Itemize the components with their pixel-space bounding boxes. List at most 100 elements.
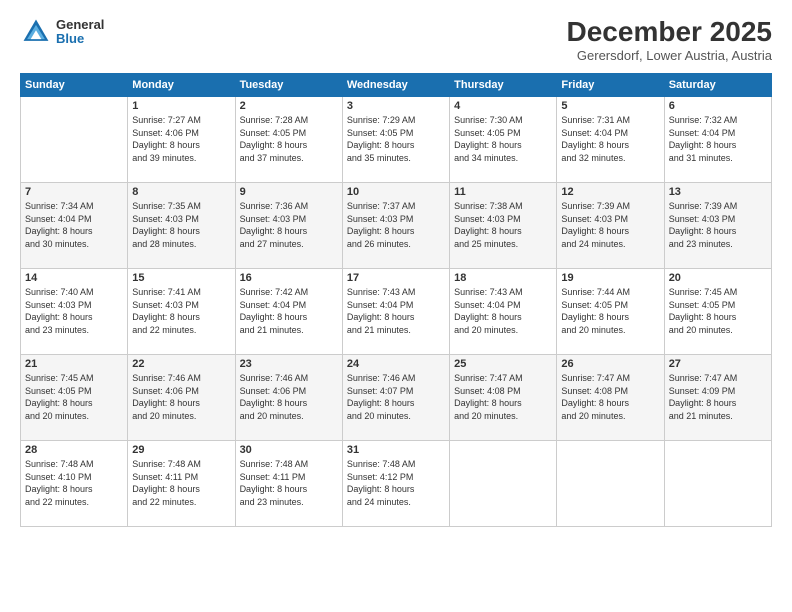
- day-info: Sunrise: 7:30 AMSunset: 4:05 PMDaylight:…: [454, 114, 552, 164]
- day-info: Sunrise: 7:43 AMSunset: 4:04 PMDaylight:…: [454, 286, 552, 336]
- day-info: Sunrise: 7:42 AMSunset: 4:04 PMDaylight:…: [240, 286, 338, 336]
- day-info: Sunrise: 7:38 AMSunset: 4:03 PMDaylight:…: [454, 200, 552, 250]
- day-info: Sunrise: 7:31 AMSunset: 4:04 PMDaylight:…: [561, 114, 659, 164]
- day-number: 24: [347, 358, 445, 370]
- day-number: 4: [454, 100, 552, 112]
- calendar-cell: 27 Sunrise: 7:47 AMSunset: 4:09 PMDayligh…: [664, 355, 771, 441]
- day-info: Sunrise: 7:40 AMSunset: 4:03 PMDaylight:…: [25, 286, 123, 336]
- day-info: Sunrise: 7:48 AMSunset: 4:12 PMDaylight:…: [347, 458, 445, 508]
- header-day-tuesday: Tuesday: [235, 74, 342, 97]
- calendar-cell: [557, 441, 664, 527]
- logo-icon: [20, 16, 52, 48]
- calendar-cell: 20 Sunrise: 7:45 AMSunset: 4:05 PMDayligh…: [664, 269, 771, 355]
- week-row-1: 1 Sunrise: 7:27 AMSunset: 4:06 PMDaylight…: [21, 97, 772, 183]
- calendar-cell: 7 Sunrise: 7:34 AMSunset: 4:04 PMDaylight…: [21, 183, 128, 269]
- day-info: Sunrise: 7:29 AMSunset: 4:05 PMDaylight:…: [347, 114, 445, 164]
- calendar-table: SundayMondayTuesdayWednesdayThursdayFrid…: [20, 73, 772, 527]
- calendar-cell: 12 Sunrise: 7:39 AMSunset: 4:03 PMDayligh…: [557, 183, 664, 269]
- calendar-cell: 21 Sunrise: 7:45 AMSunset: 4:05 PMDayligh…: [21, 355, 128, 441]
- day-info: Sunrise: 7:39 AMSunset: 4:03 PMDaylight:…: [561, 200, 659, 250]
- day-number: 3: [347, 100, 445, 112]
- calendar-cell: 1 Sunrise: 7:27 AMSunset: 4:06 PMDaylight…: [128, 97, 235, 183]
- day-number: 25: [454, 358, 552, 370]
- calendar-cell: 16 Sunrise: 7:42 AMSunset: 4:04 PMDayligh…: [235, 269, 342, 355]
- day-info: Sunrise: 7:39 AMSunset: 4:03 PMDaylight:…: [669, 200, 767, 250]
- location: Gerersdorf, Lower Austria, Austria: [567, 48, 772, 63]
- week-row-2: 7 Sunrise: 7:34 AMSunset: 4:04 PMDaylight…: [21, 183, 772, 269]
- calendar-cell: 24 Sunrise: 7:46 AMSunset: 4:07 PMDayligh…: [342, 355, 449, 441]
- header-day-thursday: Thursday: [450, 74, 557, 97]
- day-info: Sunrise: 7:46 AMSunset: 4:06 PMDaylight:…: [132, 372, 230, 422]
- calendar-cell: 5 Sunrise: 7:31 AMSunset: 4:04 PMDaylight…: [557, 97, 664, 183]
- day-number: 23: [240, 358, 338, 370]
- calendar-cell: 25 Sunrise: 7:47 AMSunset: 4:08 PMDayligh…: [450, 355, 557, 441]
- day-number: 5: [561, 100, 659, 112]
- logo-text: General Blue: [56, 18, 104, 47]
- calendar-cell: 11 Sunrise: 7:38 AMSunset: 4:03 PMDayligh…: [450, 183, 557, 269]
- day-info: Sunrise: 7:46 AMSunset: 4:07 PMDaylight:…: [347, 372, 445, 422]
- day-info: Sunrise: 7:41 AMSunset: 4:03 PMDaylight:…: [132, 286, 230, 336]
- day-number: 22: [132, 358, 230, 370]
- day-number: 15: [132, 272, 230, 284]
- day-number: 14: [25, 272, 123, 284]
- day-number: 9: [240, 186, 338, 198]
- day-number: 31: [347, 444, 445, 456]
- day-info: Sunrise: 7:45 AMSunset: 4:05 PMDaylight:…: [25, 372, 123, 422]
- calendar-cell: 10Sunrise: 7:37 AMSunset: 4:03 PMDayligh…: [342, 183, 449, 269]
- day-info: Sunrise: 7:34 AMSunset: 4:04 PMDaylight:…: [25, 200, 123, 250]
- day-info: Sunrise: 7:43 AMSunset: 4:04 PMDaylight:…: [347, 286, 445, 336]
- calendar-cell: 15 Sunrise: 7:41 AMSunset: 4:03 PMDayligh…: [128, 269, 235, 355]
- calendar-cell: 13Sunrise: 7:39 AMSunset: 4:03 PMDayligh…: [664, 183, 771, 269]
- day-number: 1: [132, 100, 230, 112]
- header-day-saturday: Saturday: [664, 74, 771, 97]
- day-number: 11: [454, 186, 552, 198]
- calendar-cell: 14 Sunrise: 7:40 AMSunset: 4:03 PMDayligh…: [21, 269, 128, 355]
- day-number: 26: [561, 358, 659, 370]
- page: General Blue December 2025 Gerersdorf, L…: [0, 0, 792, 612]
- calendar-cell: 4 Sunrise: 7:30 AMSunset: 4:05 PMDaylight…: [450, 97, 557, 183]
- day-info: Sunrise: 7:35 AMSunset: 4:03 PMDaylight:…: [132, 200, 230, 250]
- day-number: 27: [669, 358, 767, 370]
- calendar-cell: 9 Sunrise: 7:36 AMSunset: 4:03 PMDaylight…: [235, 183, 342, 269]
- day-number: 17: [347, 272, 445, 284]
- day-number: 20: [669, 272, 767, 284]
- header-day-wednesday: Wednesday: [342, 74, 449, 97]
- day-info: Sunrise: 7:27 AMSunset: 4:06 PMDaylight:…: [132, 114, 230, 164]
- calendar-cell: 26 Sunrise: 7:47 AMSunset: 4:08 PMDayligh…: [557, 355, 664, 441]
- calendar-cell: [664, 441, 771, 527]
- day-info: Sunrise: 7:47 AMSunset: 4:09 PMDaylight:…: [669, 372, 767, 422]
- calendar-header-row: SundayMondayTuesdayWednesdayThursdayFrid…: [21, 74, 772, 97]
- day-info: Sunrise: 7:47 AMSunset: 4:08 PMDaylight:…: [454, 372, 552, 422]
- day-number: 19: [561, 272, 659, 284]
- day-info: Sunrise: 7:45 AMSunset: 4:05 PMDaylight:…: [669, 286, 767, 336]
- calendar-cell: 19 Sunrise: 7:44 AMSunset: 4:05 PMDayligh…: [557, 269, 664, 355]
- day-number: 2: [240, 100, 338, 112]
- day-number: 8: [132, 186, 230, 198]
- day-info: Sunrise: 7:44 AMSunset: 4:05 PMDaylight:…: [561, 286, 659, 336]
- month-title: December 2025: [567, 16, 772, 48]
- week-row-5: 28Sunrise: 7:48 AMSunset: 4:10 PMDayligh…: [21, 441, 772, 527]
- day-number: 18: [454, 272, 552, 284]
- calendar-cell: [21, 97, 128, 183]
- day-info: Sunrise: 7:48 AMSunset: 4:11 PMDaylight:…: [240, 458, 338, 508]
- day-info: Sunrise: 7:37 AMSunset: 4:03 PMDaylight:…: [347, 200, 445, 250]
- day-info: Sunrise: 7:48 AMSunset: 4:10 PMDaylight:…: [25, 458, 123, 508]
- calendar-cell: 28Sunrise: 7:48 AMSunset: 4:10 PMDayligh…: [21, 441, 128, 527]
- calendar-cell: 22 Sunrise: 7:46 AMSunset: 4:06 PMDayligh…: [128, 355, 235, 441]
- day-number: 16: [240, 272, 338, 284]
- calendar-cell: 29Sunrise: 7:48 AMSunset: 4:11 PMDayligh…: [128, 441, 235, 527]
- logo: General Blue: [20, 16, 104, 48]
- calendar-cell: [450, 441, 557, 527]
- day-info: Sunrise: 7:47 AMSunset: 4:08 PMDaylight:…: [561, 372, 659, 422]
- day-number: 7: [25, 186, 123, 198]
- calendar-cell: 2Sunrise: 7:28 AMSunset: 4:05 PMDaylight…: [235, 97, 342, 183]
- day-info: Sunrise: 7:36 AMSunset: 4:03 PMDaylight:…: [240, 200, 338, 250]
- header: General Blue December 2025 Gerersdorf, L…: [20, 16, 772, 63]
- calendar-cell: 17 Sunrise: 7:43 AMSunset: 4:04 PMDayligh…: [342, 269, 449, 355]
- calendar-cell: 3 Sunrise: 7:29 AMSunset: 4:05 PMDaylight…: [342, 97, 449, 183]
- calendar-cell: 6 Sunrise: 7:32 AMSunset: 4:04 PMDaylight…: [664, 97, 771, 183]
- day-number: 6: [669, 100, 767, 112]
- day-number: 21: [25, 358, 123, 370]
- day-info: Sunrise: 7:32 AMSunset: 4:04 PMDaylight:…: [669, 114, 767, 164]
- day-number: 12: [561, 186, 659, 198]
